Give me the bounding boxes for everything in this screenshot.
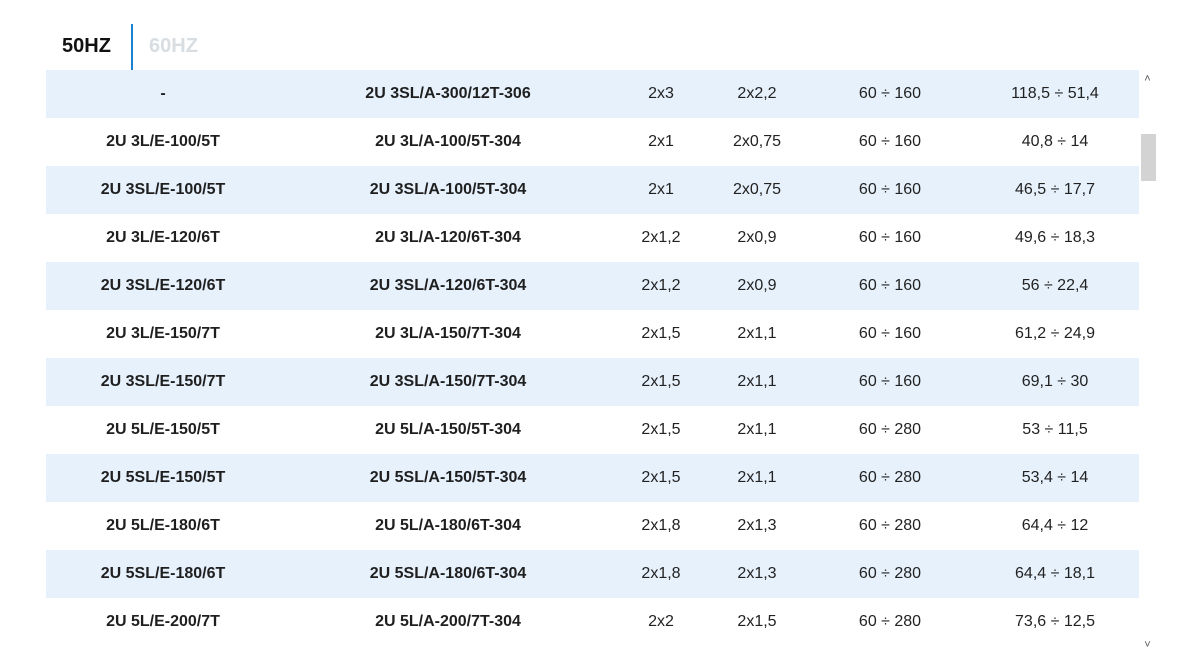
cell-flow-range: 60 ÷ 160 [858, 373, 922, 390]
tab-60hz[interactable]: 60HZ [149, 22, 198, 70]
cell-head-range: 64,4 ÷ 12 [1021, 517, 1089, 534]
cell-power-hp: 2x1,1 [737, 373, 777, 390]
cell-pump-code: 2U 3SL/A-150/7T-304 [369, 373, 527, 390]
cell-model-code: 2U 3SL/E-150/7T [100, 373, 226, 390]
cell-power-hp: 2x0,75 [732, 181, 782, 198]
cell-power-hp: 2x0,9 [737, 277, 777, 294]
table-row: 2U 5L/E-180/6T 2U 5L/A-180/6T-304 2x1,8 2x1… [46, 502, 1139, 550]
cell-pump-code: 2U 5SL/A-150/5T-304 [369, 469, 527, 486]
cell-pump-code: 2U 3L/A-150/7T-304 [375, 325, 521, 342]
cell-flow-range: 60 ÷ 280 [858, 565, 922, 582]
table-row: 2U 3L/E-150/7T 2U 3L/A-150/7T-304 2x1,5 2x1… [46, 310, 1139, 358]
cell-flow-range: 60 ÷ 160 [858, 325, 922, 342]
cell-flow-range: 60 ÷ 160 [858, 181, 922, 198]
cell-model-code: 2U 3SL/E-100/5T [100, 181, 226, 198]
cell-model-code: 2U 3L/E-150/7T [106, 325, 220, 342]
cell-head-range: 46,5 ÷ 17,7 [1015, 181, 1095, 198]
cell-power-hp: 2x1,3 [737, 517, 777, 534]
cell-pump-code: 2U 5L/A-180/6T-304 [375, 517, 521, 534]
cell-flow-range: 60 ÷ 160 [858, 229, 922, 246]
table-row: 2U 5SL/E-150/5T 2U 5SL/A-150/5T-304 2x1,5 2… [46, 454, 1139, 502]
cell-model-code: 2U 3L/E-120/6T [106, 229, 220, 246]
frequency-tabs: 50HZ 60HZ [46, 22, 1156, 72]
cell-head-range: 64,4 ÷ 18,1 [1015, 565, 1095, 582]
scroll-up-button[interactable]: ˄ [1139, 72, 1156, 86]
cell-flow-range: 60 ÷ 280 [858, 613, 922, 630]
cell-power-kw: 2x1 [648, 181, 674, 198]
cell-power-hp: 2x0,75 [732, 133, 782, 150]
table-row: 2U 3SL/E-100/5T 2U 3SL/A-100/5T-304 2x1 2x0… [46, 166, 1139, 214]
cell-pump-code: 2U 3SL/A-100/5T-304 [369, 181, 527, 198]
cell-power-kw: 2x1,5 [641, 373, 681, 390]
cell-power-hp: 2x1,5 [737, 613, 777, 630]
cell-model-code: 2U 5L/E-180/6T [106, 517, 220, 534]
cell-pump-code: 2U 5SL/A-180/6T-304 [369, 565, 527, 582]
cell-power-kw: 2x1,5 [641, 421, 681, 438]
table-row: 2U 3L/E-100/5T 2U 3L/A-100/5T-304 2x1 2x0,7… [46, 118, 1139, 166]
chevron-down-icon: ˅ [1144, 639, 1151, 651]
cell-power-hp: 2x1,1 [737, 421, 777, 438]
cell-head-range: 73,6 ÷ 12,5 [1015, 613, 1095, 630]
cell-power-hp: 2x1,1 [737, 469, 777, 486]
cell-power-kw: 2x3 [648, 85, 674, 102]
cell-flow-range: 60 ÷ 160 [858, 85, 922, 102]
cell-model-code: 2U 3SL/E-120/6T [100, 277, 226, 294]
tab-50hz[interactable]: 50HZ [62, 22, 111, 70]
cell-power-kw: 2x1,2 [641, 229, 681, 246]
cell-flow-range: 60 ÷ 160 [858, 277, 922, 294]
tab-divider [131, 24, 133, 70]
table-row: 2U 3SL/E-150/7T 2U 3SL/A-150/7T-304 2x1,5 2… [46, 358, 1139, 406]
cell-power-kw: 2x1,5 [641, 325, 681, 342]
cell-model-code: 2U 5L/E-200/7T [106, 613, 220, 630]
cell-power-kw: 2x1,2 [641, 277, 681, 294]
cell-power-kw: 2x1,8 [641, 517, 681, 534]
table-row: - 2U 3SL/A-300/12T-306 2x3 2x2,2 60 ÷ 160 118… [46, 70, 1139, 118]
cell-power-hp: 2x1,1 [737, 325, 777, 342]
cell-model-code: - [160, 85, 166, 102]
cell-model-code: 2U 3L/E-100/5T [106, 133, 220, 150]
cell-power-kw: 2x1,5 [641, 469, 681, 486]
table-row: 2U 5L/E-150/5T 2U 5L/A-150/5T-304 2x1,5 2x1… [46, 406, 1139, 454]
cell-flow-range: 60 ÷ 160 [858, 133, 922, 150]
cell-model-code: 2U 5SL/E-180/6T [100, 565, 226, 582]
cell-head-range: 69,1 ÷ 30 [1021, 373, 1089, 390]
cell-head-range: 53,4 ÷ 14 [1021, 469, 1089, 486]
cell-flow-range: 60 ÷ 280 [858, 517, 922, 534]
table-row: 2U 5SL/E-180/6T 2U 5SL/A-180/6T-304 2x1,8 2… [46, 550, 1139, 598]
cell-power-hp: 2x1,3 [737, 565, 777, 582]
cell-pump-code: 2U 3L/A-100/5T-304 [375, 133, 521, 150]
cell-pump-code: 2U 3SL/A-120/6T-304 [369, 277, 527, 294]
cell-flow-range: 60 ÷ 280 [858, 469, 922, 486]
cell-pump-code: 2U 5L/A-150/5T-304 [375, 421, 521, 438]
cell-head-range: 53 ÷ 11,5 [1022, 421, 1088, 438]
table-row: 2U 3L/E-120/6T 2U 3L/A-120/6T-304 2x1,2 2x0… [46, 214, 1139, 262]
cell-model-code: 2U 5SL/E-150/5T [100, 469, 226, 486]
table-body: - 2U 3SL/A-300/12T-306 2x3 2x2,2 60 ÷ 160 118… [46, 70, 1139, 646]
chevron-up-icon: ˄ [1144, 73, 1151, 85]
scroll-down-button[interactable]: ˅ [1139, 638, 1156, 652]
cell-head-range: 61,2 ÷ 24,9 [1015, 325, 1095, 342]
pump-table: - 2U 3SL/A-300/12T-306 2x3 2x2,2 60 ÷ 160 118… [46, 70, 1139, 652]
cell-pump-code: 2U 3L/A-120/6T-304 [375, 229, 521, 246]
cell-head-range: 118,5 ÷ 51,4 [1011, 85, 1099, 102]
vertical-scrollbar[interactable]: ˄ ˅ [1139, 70, 1156, 652]
cell-power-hp: 2x2,2 [737, 85, 777, 102]
cell-head-range: 49,6 ÷ 18,3 [1015, 229, 1095, 246]
cell-model-code: 2U 5L/E-150/5T [106, 421, 220, 438]
cell-power-kw: 2x1 [648, 133, 674, 150]
table-row: 2U 5L/E-200/7T 2U 5L/A-200/7T-304 2x2 2x1,5… [46, 598, 1139, 646]
cell-head-range: 40,8 ÷ 14 [1021, 133, 1089, 150]
cell-pump-code: 2U 5L/A-200/7T-304 [375, 613, 521, 630]
cell-power-kw: 2x1,8 [641, 565, 681, 582]
scroll-thumb[interactable] [1141, 134, 1156, 181]
cell-pump-code: 2U 3SL/A-300/12T-306 [365, 85, 531, 102]
cell-flow-range: 60 ÷ 280 [858, 421, 922, 438]
cell-power-kw: 2x2 [648, 613, 674, 630]
table-row: 2U 3SL/E-120/6T 2U 3SL/A-120/6T-304 2x1,2 2… [46, 262, 1139, 310]
cell-power-hp: 2x0,9 [737, 229, 777, 246]
cell-head-range: 56 ÷ 22,4 [1021, 277, 1089, 294]
